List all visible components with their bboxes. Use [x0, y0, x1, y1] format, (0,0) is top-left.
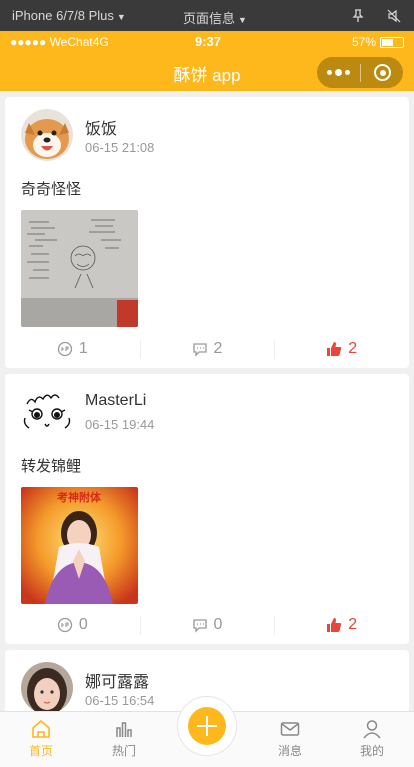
caret-down-icon: ▼: [238, 15, 247, 25]
tab-messages[interactable]: 消息: [258, 718, 322, 759]
post-text: 奇奇怪怪: [21, 181, 82, 198]
tab-bar: 首页 热门 消息 我的: [0, 696, 414, 767]
post-image[interactable]: 考神附体: [21, 487, 138, 604]
caret-down-icon: ▼: [116, 12, 126, 22]
views-value: 1: [78, 340, 88, 357]
post-actions: 0 0 2: [5, 606, 409, 644]
likes-value: 2: [348, 616, 358, 633]
username[interactable]: 饭饭: [85, 115, 117, 139]
like-button[interactable]: 2: [274, 330, 409, 368]
clock: 9:37: [195, 34, 222, 49]
username[interactable]: 娜可露露: [85, 668, 149, 692]
post-card[interactable]: 饭饭 06-15 21:08 奇奇怪怪 1 2 2: [5, 97, 409, 368]
tab-label: 首页: [28, 744, 53, 758]
username[interactable]: MasterLi: [85, 392, 146, 410]
comment-icon: [192, 619, 207, 633]
likes-value: 2: [348, 340, 358, 357]
add-post-button[interactable]: [177, 696, 237, 756]
post-text: 转发锦鲤: [21, 458, 82, 475]
page-info-label: 页面信息: [183, 11, 236, 26]
sketch-notebook-photo: [21, 210, 138, 327]
post-time: 06-15 19:44: [85, 417, 155, 432]
battery-percent: 57%: [351, 35, 376, 49]
post-feed[interactable]: 饭饭 06-15 21:08 奇奇怪怪 1 2 2 MasterLi 06-15…: [0, 91, 414, 711]
girl-photo-avatar: [21, 662, 73, 711]
views-icon: [57, 617, 73, 633]
post-time: 06-15 21:08: [85, 140, 155, 155]
comments-count[interactable]: 0: [139, 606, 275, 644]
like-button[interactable]: 2: [274, 606, 409, 644]
poster-caption: 考神附体: [57, 490, 102, 504]
comments-count[interactable]: 2: [139, 330, 275, 368]
device-selector[interactable]: iPhone 6/7/8 Plus ▼: [12, 8, 126, 23]
girl-praying-poster: 考神附体: [21, 487, 138, 604]
close-miniprogram-icon[interactable]: [374, 64, 391, 81]
mute-icon[interactable]: [387, 9, 401, 23]
tab-label: 消息: [277, 744, 302, 758]
plus-icon: [188, 707, 226, 745]
comments-value: 2: [213, 340, 223, 357]
battery: 57%: [352, 35, 404, 49]
post-image[interactable]: [21, 210, 138, 327]
battery-icon: [380, 36, 404, 48]
nav-bar: 酥饼 app: [0, 53, 414, 91]
carrier-label: ●●●●● WeChat4G: [10, 35, 109, 49]
views-count[interactable]: 0: [5, 606, 140, 644]
views-count[interactable]: 1: [5, 330, 140, 368]
doodle-face-avatar: [21, 386, 73, 438]
tab-label: 热门: [111, 744, 136, 758]
pin-icon[interactable]: [351, 9, 365, 23]
comment-icon: [192, 343, 207, 357]
views-value: 0: [78, 616, 88, 633]
tab-home[interactable]: 首页: [9, 718, 73, 759]
avatar[interactable]: [21, 109, 73, 161]
avatar[interactable]: [21, 662, 73, 711]
device-label: iPhone 6/7/8 Plus: [12, 8, 114, 23]
avatar[interactable]: [21, 386, 73, 438]
thumbs-up-icon: [327, 618, 342, 632]
home-icon: [32, 719, 50, 738]
tab-profile[interactable]: 我的: [340, 718, 404, 759]
status-bar: ●●●●● WeChat4G 9:37 57%: [0, 31, 414, 53]
more-icon[interactable]: [327, 69, 350, 76]
shiba-dog-avatar: [21, 109, 73, 161]
mail-icon: [280, 722, 300, 736]
post-time: 06-15 16:54: [85, 693, 155, 708]
post-card[interactable]: MasterLi 06-15 19:44 转发锦鲤 考神附体 0 0 2: [5, 374, 409, 644]
user-icon: [363, 720, 381, 739]
views-icon: [57, 341, 73, 357]
devtools-bar: iPhone 6/7/8 Plus ▼ 页面信息 ▼: [0, 0, 414, 31]
tab-label: 我的: [359, 744, 384, 758]
page-info-selector[interactable]: 页面信息 ▼: [183, 8, 247, 27]
miniprogram-capsule: [317, 57, 403, 88]
tab-hot[interactable]: 热门: [92, 718, 156, 759]
thumbs-up-icon: [327, 342, 342, 356]
post-actions: 1 2 2: [5, 330, 409, 368]
comments-value: 0: [213, 616, 223, 633]
bar-chart-icon: [116, 722, 132, 737]
